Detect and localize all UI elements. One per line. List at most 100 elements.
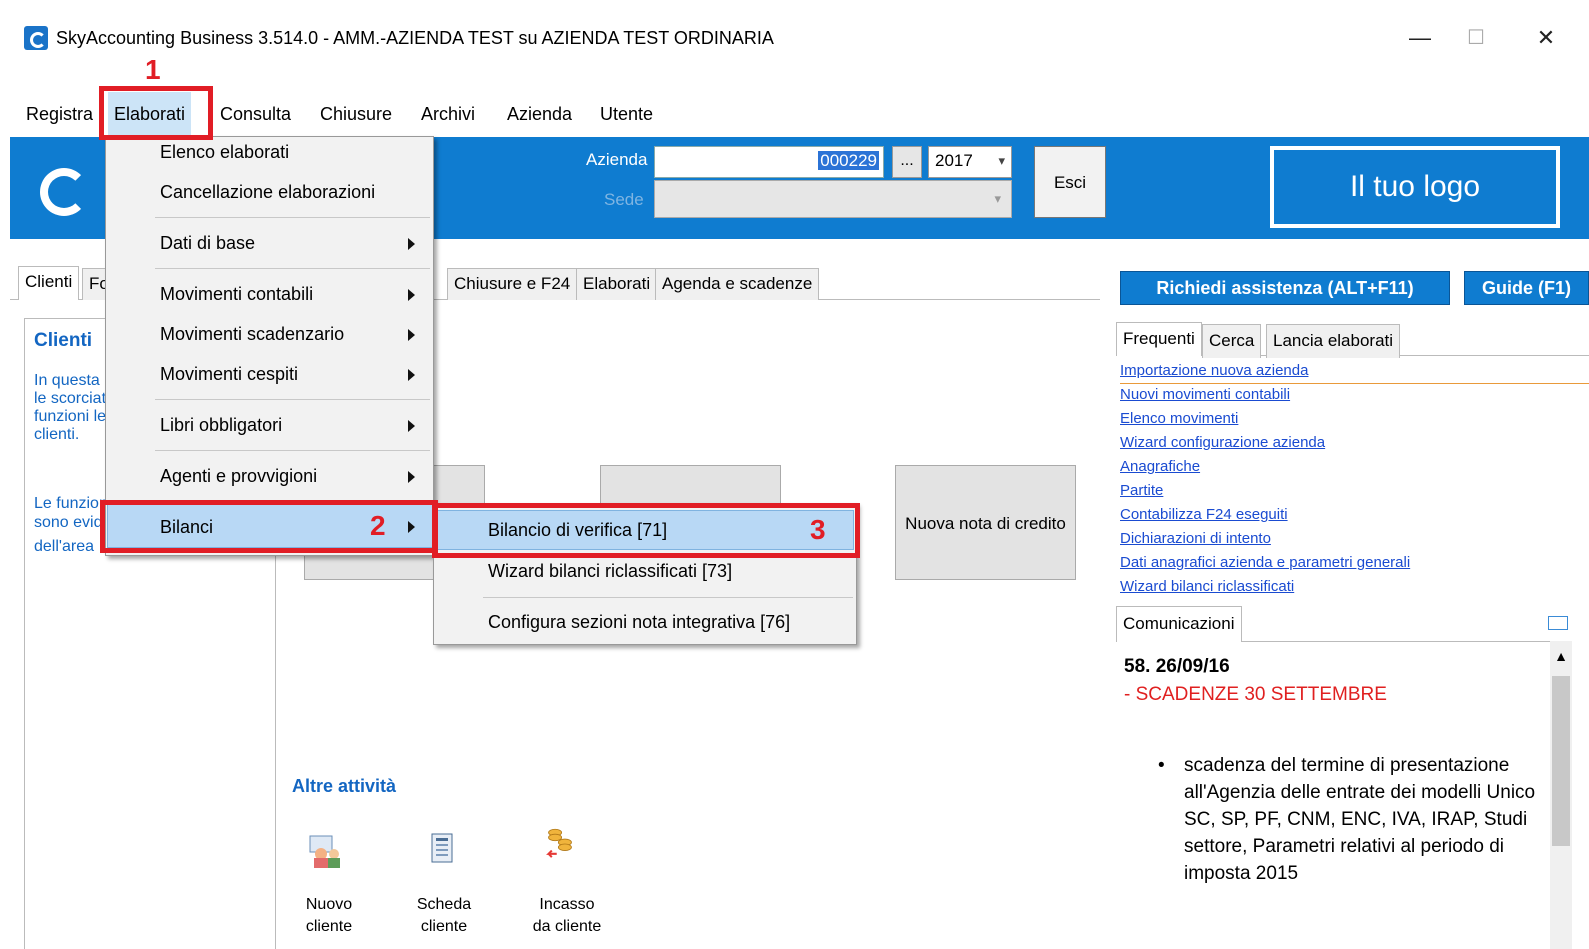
comunicazione-date: 58. 26/09/16 xyxy=(1124,656,1230,677)
minimize-button[interactable]: — xyxy=(1400,20,1440,56)
clienti-heading: Clienti xyxy=(34,330,93,351)
annotation-number-1: 1 xyxy=(145,54,161,85)
menu-item-movimenti-contabili[interactable]: Movimenti contabili xyxy=(160,284,313,305)
menu-item-agenti-provvigioni[interactable]: Agenti e provvigioni xyxy=(160,466,317,487)
comunicazione-body: scadenza del termine di presentazione al… xyxy=(1184,755,1536,884)
label-line: da cliente xyxy=(532,918,602,935)
bullet-icon: • xyxy=(1158,755,1165,776)
menu-item-elenco-elaborati[interactable]: Elenco elaborati xyxy=(160,142,289,163)
label-line: cliente xyxy=(420,918,468,935)
link-wizard-configurazione[interactable]: Wizard configurazione azienda xyxy=(1120,434,1325,451)
menu-separator xyxy=(155,399,430,400)
scheda-cliente-icon[interactable] xyxy=(428,832,464,868)
azienda-label: Azienda xyxy=(586,150,648,169)
annotation-box-3 xyxy=(432,503,860,558)
scroll-up-icon[interactable]: ▲ xyxy=(1550,648,1572,670)
mail-icon[interactable] xyxy=(1548,616,1568,630)
clienti-text-line: sono evid xyxy=(34,514,103,531)
label-line: Nuovo xyxy=(305,896,353,913)
tab-agenda-scadenze[interactable]: Agenda e scadenze xyxy=(655,268,820,300)
app-logo-icon xyxy=(24,26,48,50)
link-wizard-bilanci[interactable]: Wizard bilanci riclassificati xyxy=(1120,578,1294,595)
submenu-arrow-icon xyxy=(408,238,415,250)
incasso-cliente-label[interactable]: Incasso da cliente xyxy=(522,894,612,938)
annotation-number-2: 2 xyxy=(370,510,386,541)
submenu-arrow-icon xyxy=(408,289,415,301)
tab-lancia-elaborati[interactable]: Lancia elaborati xyxy=(1266,324,1401,358)
clienti-text-line: Le funzion xyxy=(34,495,108,512)
menu-chiusure[interactable]: Chiusure xyxy=(314,92,398,136)
link-elenco-movimenti[interactable]: Elenco movimenti xyxy=(1120,410,1238,427)
clienti-text-line: le scorciat xyxy=(34,390,107,407)
company-logo-placeholder: Il tuo logo xyxy=(1270,146,1560,228)
submenu-arrow-icon xyxy=(408,329,415,341)
menu-separator xyxy=(155,450,430,451)
label-line: Scheda xyxy=(416,896,472,913)
menu-item-dati-di-base[interactable]: Dati di base xyxy=(160,233,255,254)
clienti-text-line: dell'area xyxy=(34,538,94,555)
chevron-down-icon: ▾ xyxy=(998,153,1005,168)
annotation-box-1 xyxy=(99,86,213,140)
comunicazione-subtitle: - SCADENZE 30 SETTEMBRE xyxy=(1124,684,1387,705)
year-select[interactable]: 2017 ▾ xyxy=(928,146,1012,178)
link-importazione-azienda[interactable]: Importazione nuova azienda xyxy=(1120,362,1308,379)
link-anagrafiche[interactable]: Anagrafiche xyxy=(1120,458,1200,475)
menu-separator xyxy=(483,597,853,598)
window-title: SkyAccounting Business 3.514.0 - AMM.-AZ… xyxy=(56,28,774,48)
link-partite[interactable]: Partite xyxy=(1120,482,1163,499)
tab-frequenti[interactable]: Frequenti xyxy=(1116,322,1202,356)
esci-button[interactable]: Esci xyxy=(1034,146,1106,218)
brand-logo-icon xyxy=(40,168,88,216)
submenu-arrow-icon xyxy=(408,471,415,483)
menu-item-cancellazione-elaborazioni[interactable]: Cancellazione elaborazioni xyxy=(160,182,375,203)
frequenti-link-list: Importazione nuova azienda Nuovi movimen… xyxy=(1120,362,1589,598)
clienti-text-line: In questa xyxy=(34,372,100,389)
link-nuovi-movimenti[interactable]: Nuovi movimenti contabili xyxy=(1120,386,1290,403)
submenu-arrow-icon xyxy=(408,369,415,381)
tab-cerca[interactable]: Cerca xyxy=(1202,324,1262,358)
nuova-nota-credito-tile[interactable]: Nuova nota di credito xyxy=(895,465,1076,580)
tab-clienti[interactable]: Clienti xyxy=(18,266,80,300)
menu-item-movimenti-cespiti[interactable]: Movimenti cespiti xyxy=(160,364,298,385)
nuovo-cliente-icon[interactable] xyxy=(308,834,344,870)
annotation-box-2 xyxy=(100,500,438,553)
azienda-input[interactable]: 000229 xyxy=(654,146,884,178)
menu-consulta[interactable]: Consulta xyxy=(214,92,297,136)
menu-item-wizard-bilanci-riclassificati[interactable]: Wizard bilanci riclassificati [73] xyxy=(488,561,732,582)
scheda-cliente-label[interactable]: Scheda cliente xyxy=(399,894,489,938)
submenu-arrow-icon xyxy=(408,420,415,432)
tab-comunicazioni[interactable]: Comunicazioni xyxy=(1116,606,1242,642)
menu-registra[interactable]: Registra xyxy=(20,92,99,136)
guide-button[interactable]: Guide (F1) xyxy=(1464,271,1589,305)
sede-select[interactable]: ▾ xyxy=(654,180,1012,218)
link-dati-anagrafici[interactable]: Dati anagrafici azienda e parametri gene… xyxy=(1120,554,1410,571)
menu-bar: Registra Elaborati Consulta Chiusure Arc… xyxy=(0,92,1589,136)
menu-item-configura-nota-integrativa[interactable]: Configura sezioni nota integrativa [76] xyxy=(488,612,790,633)
menu-separator xyxy=(155,217,430,218)
menu-item-libri-obbligatori[interactable]: Libri obbligatori xyxy=(160,415,282,436)
link-dichiarazioni-intento[interactable]: Dichiarazioni di intento xyxy=(1120,530,1271,547)
link-contabilizza-f24[interactable]: Contabilizza F24 eseguiti xyxy=(1120,506,1288,523)
richiedi-assistenza-button[interactable]: Richiedi assistenza (ALT+F11) xyxy=(1120,271,1450,305)
tab-chiusure-f24[interactable]: Chiusure e F24 xyxy=(447,268,578,300)
scroll-thumb[interactable] xyxy=(1552,676,1570,846)
sede-label: Sede xyxy=(604,190,644,209)
menu-utente[interactable]: Utente xyxy=(594,92,659,136)
annotation-number-3: 3 xyxy=(810,514,826,545)
menu-item-movimenti-scadenzario[interactable]: Movimenti scadenzario xyxy=(160,324,344,345)
close-button[interactable]: ✕ xyxy=(1526,20,1566,56)
label-line: Incasso xyxy=(539,896,595,913)
menu-archivi[interactable]: Archivi xyxy=(415,92,481,136)
clienti-text-line: clienti. xyxy=(34,426,80,443)
azienda-browse-button[interactable]: ... xyxy=(892,146,922,178)
nuovo-cliente-label[interactable]: Nuovo cliente xyxy=(284,894,374,938)
chevron-down-icon: ▾ xyxy=(994,191,1001,206)
clienti-text-line: funzioni le xyxy=(34,408,107,425)
tab-elaborati[interactable]: Elaborati xyxy=(576,268,658,300)
maximize-button[interactable]: ☐ xyxy=(1456,20,1496,56)
azienda-value: 000229 xyxy=(818,151,879,170)
label-line: cliente xyxy=(305,918,353,935)
menu-separator xyxy=(155,268,430,269)
menu-azienda[interactable]: Azienda xyxy=(501,92,578,136)
incasso-cliente-icon[interactable] xyxy=(542,826,578,862)
